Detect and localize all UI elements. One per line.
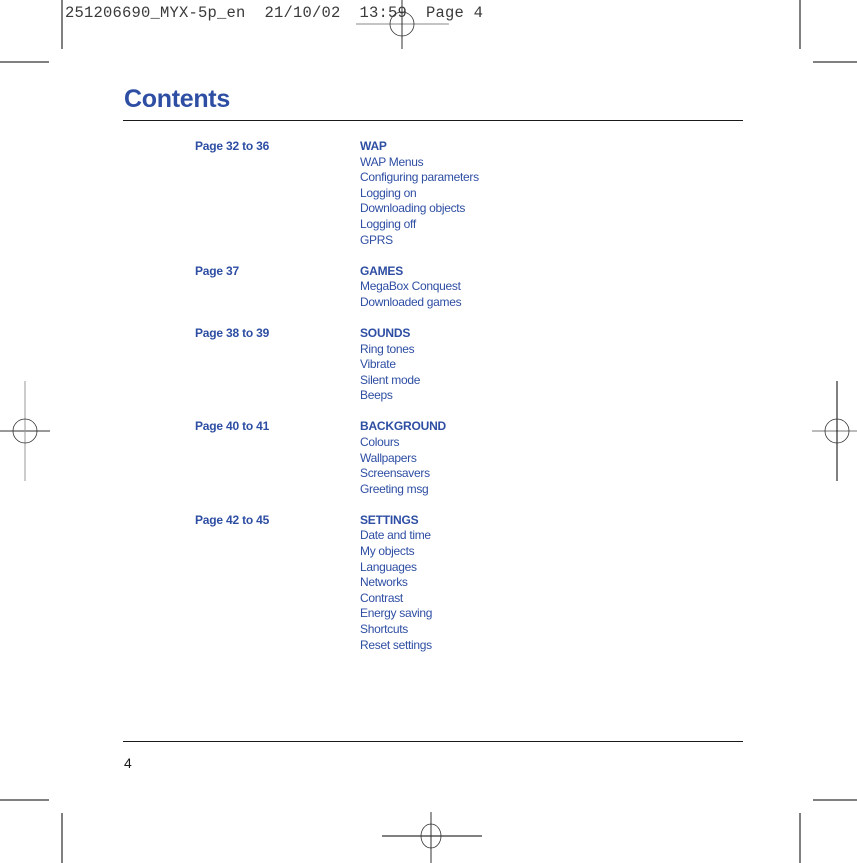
page-number: 4 — [124, 755, 132, 771]
section-page-range: Page 38 to 39 — [195, 325, 270, 340]
registration-mark-left — [0, 381, 50, 481]
toc-entry: Beeps — [360, 388, 393, 403]
section-heading: SETTINGS — [360, 512, 419, 527]
toc-entry: Screensavers — [360, 466, 430, 481]
footer-divider — [123, 741, 743, 742]
title-divider — [123, 120, 743, 121]
section-heading: SOUNDS — [360, 325, 411, 340]
toc-section: Page 37 GAMES MegaBox Conquest Downloaded g… — [195, 264, 695, 311]
section-entries: WAP WAP Menus Configuring parameters Loggin… — [360, 139, 479, 248]
toc-section: Page 38 to 39 SOUNDS Ring tones Vibrate Sile… — [195, 326, 695, 404]
toc-entry: Energy saving — [360, 606, 433, 621]
section-entries: BACKGROUND Colours Wallpapers Screensavers G… — [360, 419, 446, 497]
section-entries: SETTINGS Date and time My objects Languages… — [360, 513, 432, 653]
section-entries: SOUNDS Ring tones Vibrate Silent mode Beeps — [360, 326, 420, 404]
section-page-range: Page 40 to 41 — [195, 419, 270, 434]
toc-entry: MegaBox Conquest — [360, 279, 461, 294]
toc-entry: WAP Menus — [360, 154, 424, 169]
toc-entry: Configuring parameters — [360, 170, 479, 185]
toc-section: Page 32 to 36 WAP WAP Menus Configuring par… — [195, 139, 695, 248]
toc-entry: Shortcuts — [360, 622, 408, 637]
toc-entry: Colours — [360, 435, 400, 449]
toc-entry: Wallpapers — [360, 450, 417, 465]
toc-entry: Reset settings — [360, 637, 432, 652]
toc-section: Page 42 to 45 SETTINGS Date and time My obj… — [195, 513, 695, 653]
page-title: Contents — [124, 85, 230, 113]
toc-entry: Languages — [360, 559, 417, 574]
toc-entry: Contrast — [360, 590, 403, 605]
toc-entry: Silent mode — [360, 372, 421, 387]
section-entries: GAMES MegaBox Conquest Downloaded games — [360, 263, 462, 311]
section-heading: GAMES — [360, 263, 404, 278]
toc-entry: My objects — [360, 544, 415, 559]
section-page-range: Page 32 to 36 — [195, 139, 270, 153]
section-heading: WAP — [360, 139, 387, 153]
toc-entry: Vibrate — [360, 357, 396, 372]
toc-entry: Logging off — [360, 216, 416, 231]
toc-section: Page 40 to 41 BACKGROUND Colours Wallpapers… — [195, 419, 695, 497]
print-slug: 251206690_MYX-5p_en 21/10/02 13:59 Page … — [65, 4, 484, 22]
toc-entry: Downloaded games — [360, 294, 462, 309]
toc-entry: Downloading objects — [360, 201, 466, 216]
toc-entry: Logging on — [360, 185, 417, 200]
section-heading: BACKGROUND — [360, 419, 446, 434]
toc-entry: Ring tones — [360, 341, 415, 356]
toc-entry: Greeting msg — [360, 481, 429, 496]
registration-mark-bottom — [382, 812, 482, 863]
section-page-range: Page 42 to 45 — [195, 512, 270, 527]
toc-entry: Date and time — [360, 528, 431, 543]
registration-mark-right — [812, 381, 857, 481]
toc-entry: Networks — [360, 575, 408, 590]
section-page-range: Page 37 — [195, 263, 239, 278]
table-of-contents: Page 32 to 36 WAP WAP Menus Configuring par… — [195, 139, 695, 669]
toc-entry: GPRS — [360, 232, 393, 247]
